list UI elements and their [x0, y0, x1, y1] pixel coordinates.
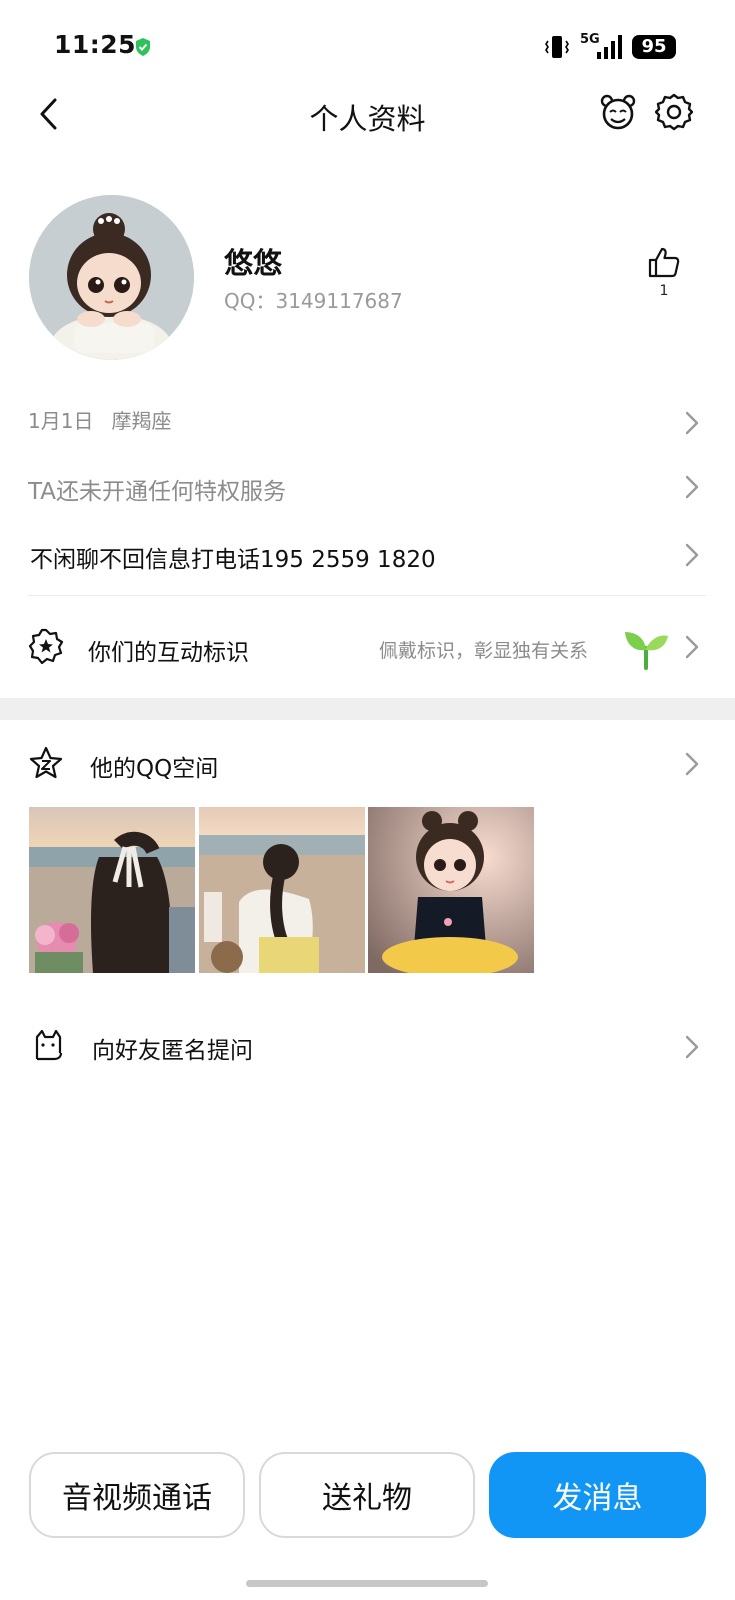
birthday: 1月1日: [28, 409, 94, 433]
anonymous-question-label: 向好友匿名提问: [92, 1038, 253, 1064]
chevron-right-icon: [685, 475, 699, 499]
chevron-right-icon: [685, 1035, 699, 1059]
battery-icon: 95: [632, 35, 676, 59]
signature-text: 不闲聊不回信息打电话195 2559 1820: [30, 547, 436, 573]
home-indicator[interactable]: [246, 1580, 488, 1587]
chevron-right-icon: [685, 411, 699, 435]
video-call-button[interactable]: 音视频通话: [29, 1452, 245, 1538]
birthday-row[interactable]: 1月1日 摩羯座: [0, 395, 735, 445]
privilege-text: TA还未开通任何特权服务: [28, 479, 286, 505]
sprout-icon: [625, 632, 668, 670]
avatar-image: [29, 195, 194, 360]
photo-beach-sitting: [199, 807, 365, 973]
nav-bar: 个人资料: [0, 80, 735, 146]
cat-icon: [35, 1029, 63, 1061]
send-message-button[interactable]: 发消息: [489, 1452, 706, 1538]
qq-number: QQ：3149117687: [224, 289, 403, 313]
qzone-label: 他的QQ空间: [90, 756, 219, 782]
qzone-photo[interactable]: [29, 807, 195, 973]
chevron-right-icon: [685, 752, 699, 776]
birthday-text: 1月1日 摩羯座: [28, 405, 171, 434]
star-badge-icon: [28, 628, 64, 664]
like-count: 1: [659, 283, 669, 299]
chevron-right-icon: [685, 635, 699, 659]
qzone-star-icon: [29, 746, 63, 779]
photo-beach-bow: [29, 807, 195, 973]
bear-icon[interactable]: [598, 92, 638, 132]
signature-row[interactable]: 不闲聊不回信息打电话195 2559 1820: [0, 530, 735, 580]
avatar[interactable]: [29, 195, 194, 360]
qzone-photo[interactable]: [368, 807, 534, 973]
nickname: 悠悠: [224, 246, 283, 280]
vibrate-icon: [545, 36, 569, 58]
like-button[interactable]: 1: [636, 245, 692, 305]
gear-icon[interactable]: [655, 93, 693, 131]
qzone-photo[interactable]: [199, 807, 365, 973]
photo-cartoon-girl: [368, 807, 534, 973]
privilege-row[interactable]: TA还未开通任何特权服务: [0, 462, 735, 512]
chevron-right-icon: [685, 543, 699, 567]
status-time: 11:25: [54, 30, 137, 59]
shield-check-icon: [136, 38, 150, 56]
section-separator: [0, 698, 735, 720]
status-bar: 11:25 5G 95: [0, 0, 735, 92]
interaction-badge-hint: 佩戴标识，彰显独有关系: [379, 640, 589, 662]
send-gift-button[interactable]: 送礼物: [259, 1452, 475, 1538]
thumbs-up-icon: [648, 247, 680, 278]
signal-icon: [597, 35, 622, 59]
zodiac: 摩羯座: [111, 409, 172, 433]
divider: [28, 595, 706, 596]
interaction-badge-label: 你们的互动标识: [88, 640, 249, 666]
